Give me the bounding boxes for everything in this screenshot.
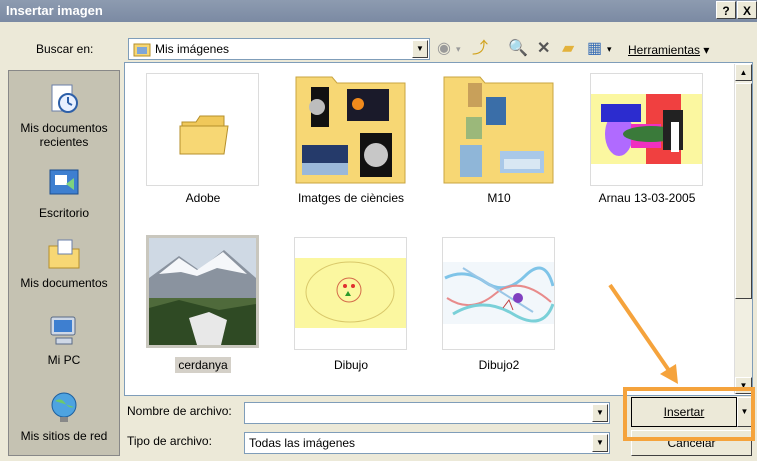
- sidebar-item-my-computer[interactable]: Mi PC: [9, 313, 119, 367]
- tools-menu[interactable]: Herramientas ▾: [628, 43, 709, 57]
- pointer-arrow-icon: [608, 283, 678, 384]
- image-thumbnail: [149, 238, 256, 345]
- back-dropdown-icon[interactable]: ▾: [456, 40, 461, 58]
- filetype-dropdown[interactable]: Todas las imágenes ▼: [244, 432, 610, 454]
- sidebar-item-label: Escritorio: [38, 206, 89, 220]
- filename-label: Nombre de archivo:: [127, 404, 232, 418]
- file-thumbnail[interactable]: [442, 237, 555, 350]
- views-dropdown-icon[interactable]: ▾: [607, 40, 612, 58]
- places-bar: Mis documentos recientes Escritorio Mis …: [8, 70, 120, 456]
- file-thumbnail[interactable]: [294, 237, 407, 350]
- desktop-icon: [49, 169, 79, 195]
- file-thumbnail[interactable]: [590, 73, 703, 186]
- image-thumbnail: [295, 258, 406, 328]
- vertical-scrollbar[interactable]: ▲ ▼: [734, 64, 752, 394]
- delete-icon[interactable]: ✕: [537, 40, 550, 58]
- my-computer-icon: [50, 316, 76, 345]
- close-button[interactable]: X: [737, 1, 757, 19]
- my-pictures-folder-icon: [133, 43, 151, 57]
- recent-documents-icon: [51, 84, 78, 113]
- file-name[interactable]: Arnau 13-03-2005: [572, 191, 722, 205]
- file-thumbnail[interactable]: [294, 73, 407, 186]
- up-folder-icon[interactable]: ⤴: [472, 40, 488, 58]
- sidebar-item-label: Mis documentos: [20, 276, 108, 290]
- sidebar-item-my-documents[interactable]: Mis documentos: [9, 236, 119, 290]
- sidebar-item-label: Mis sitios de red: [20, 429, 108, 443]
- file-thumbnail[interactable]: [146, 73, 259, 186]
- highlight-box: [623, 387, 755, 441]
- my-documents-icon: [48, 239, 80, 269]
- tools-menu-label: Herramientas: [628, 43, 701, 57]
- file-thumbnail-selected[interactable]: [146, 235, 259, 348]
- sidebar-item-label: Mis documentos recientes: [20, 121, 108, 149]
- filetype-value: Todas las imágenes: [249, 436, 356, 450]
- dialog-title: Insertar imagen: [6, 3, 103, 18]
- search-web-icon[interactable]: 🔍: [508, 40, 528, 58]
- sidebar-item-recent[interactable]: Mis documentos recientes: [9, 81, 119, 149]
- sidebar-item-network[interactable]: Mis sitios de red: [9, 389, 119, 443]
- file-name: cerdanya: [175, 357, 231, 373]
- views-icon[interactable]: ▦: [587, 40, 602, 58]
- scroll-up-arrow-icon[interactable]: ▲: [735, 64, 752, 81]
- file-name[interactable]: Adobe: [128, 191, 278, 205]
- filename-input[interactable]: ▼: [244, 402, 610, 424]
- lookin-dropdown[interactable]: Mis imágenes ▼: [128, 38, 430, 60]
- filetype-label: Tipo de archivo:: [127, 434, 212, 448]
- network-places-icon: [51, 392, 77, 422]
- folder-with-images-icon: [295, 76, 406, 184]
- lookin-label: Buscar en:: [36, 42, 94, 56]
- sidebar-item-label: Mi PC: [47, 353, 81, 367]
- folder-with-images-icon: [443, 76, 554, 184]
- file-name[interactable]: Dibujo2: [424, 358, 574, 372]
- file-name-selected[interactable]: cerdanya: [128, 357, 278, 373]
- back-icon[interactable]: ◉: [437, 40, 451, 58]
- sidebar-item-desktop[interactable]: Escritorio: [9, 166, 119, 220]
- file-name[interactable]: Dibujo: [276, 358, 426, 372]
- chevron-down-icon[interactable]: ▼: [412, 40, 428, 58]
- scroll-thumb[interactable]: [735, 83, 752, 299]
- file-name[interactable]: M10: [424, 191, 574, 205]
- folder-icon: [179, 115, 229, 155]
- file-name[interactable]: Imatges de ciències: [276, 191, 426, 205]
- chevron-down-icon[interactable]: ▼: [592, 434, 608, 452]
- image-thumbnail: [591, 94, 702, 164]
- help-button[interactable]: ?: [716, 1, 736, 19]
- lookin-value: Mis imágenes: [155, 42, 230, 56]
- file-thumbnail[interactable]: [442, 73, 555, 186]
- title-bar: Insertar imagen ? X: [0, 0, 757, 22]
- chevron-down-icon[interactable]: ▼: [592, 404, 608, 422]
- new-folder-icon[interactable]: ▰: [562, 40, 574, 58]
- image-thumbnail: [443, 262, 554, 324]
